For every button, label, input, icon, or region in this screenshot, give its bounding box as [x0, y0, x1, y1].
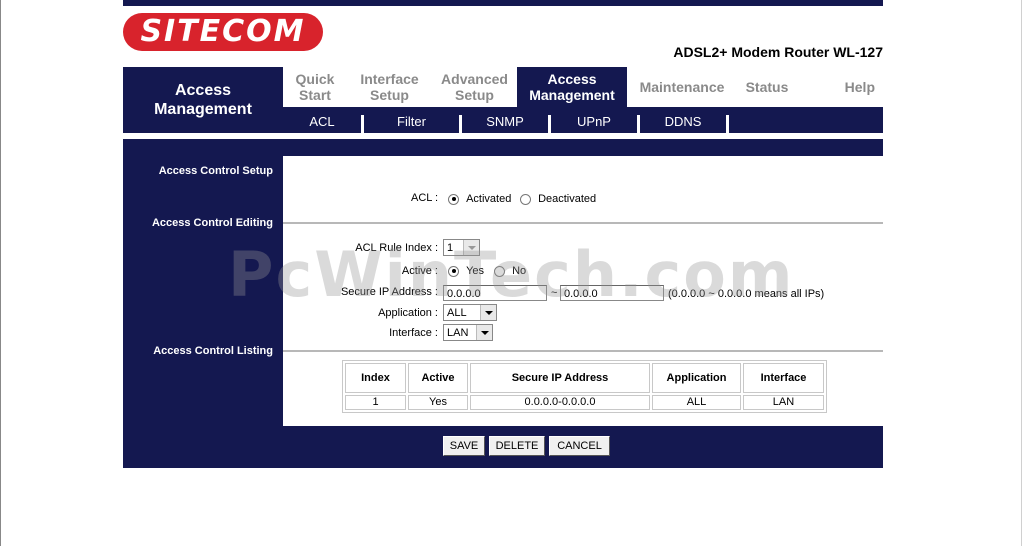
column-header-active: Active	[408, 363, 468, 393]
sidebar-label-listing: Access Control Listing	[153, 345, 273, 357]
subnav-separator	[726, 115, 729, 133]
application-value: ALL	[447, 307, 467, 319]
active-yes-option[interactable]: Yes	[448, 265, 484, 277]
acl-activated-option[interactable]: Activated	[448, 193, 511, 205]
main-tabs: Quick Start Interface Setup Advanced Set…	[283, 67, 883, 107]
secure-ip-start-input[interactable]: 0.0.0.0	[443, 285, 547, 301]
tab-advanced-setup[interactable]: Advanced Setup	[432, 67, 517, 107]
active-no-option[interactable]: No	[494, 265, 526, 277]
interface-value: LAN	[447, 327, 469, 339]
secure-ip-label: Secure IP Address :	[340, 286, 438, 298]
table-cell: Yes	[408, 395, 468, 410]
tab-interface-setup[interactable]: Interface Setup	[347, 67, 432, 107]
sitecom-logo: SITECOM	[123, 13, 323, 51]
sidebar: Access Control Setup Access Control Edit…	[123, 156, 283, 426]
application-select[interactable]: ALL	[443, 304, 497, 321]
tab-maintenance[interactable]: Maintenance	[627, 67, 737, 107]
rule-index-label: ACL Rule Index :	[355, 242, 438, 254]
secure-ip-end-input[interactable]: 0.0.0.0	[560, 285, 664, 301]
chevron-down-icon	[480, 305, 496, 320]
subnav-snmp[interactable]: SNMP	[462, 107, 548, 133]
ip-hint-text: (0.0.0.0 ~ 0.0.0.0 means all IPs)	[668, 288, 825, 300]
acl-deactivated-label: Deactivated	[538, 193, 597, 205]
tab-help[interactable]: Help	[797, 67, 883, 107]
ip-range-separator: ~	[551, 287, 558, 299]
section-divider	[283, 350, 883, 352]
chevron-down-icon	[463, 240, 479, 255]
active-no-label: No	[512, 265, 527, 277]
subnav-filter[interactable]: Filter	[364, 107, 459, 133]
subnav-acl[interactable]: ACL	[283, 107, 361, 133]
tab-quick-start[interactable]: Quick Start	[283, 67, 347, 107]
column-header-index: Index	[345, 363, 406, 393]
chevron-down-icon	[476, 325, 492, 340]
window-left-border	[0, 0, 1, 546]
top-bar	[123, 0, 883, 6]
header-band	[123, 139, 883, 156]
acl-activated-label: Activated	[466, 193, 512, 205]
column-header-interface: Interface	[743, 363, 824, 393]
tab-status[interactable]: Status	[737, 67, 797, 107]
cancel-button[interactable]: CANCEL	[549, 436, 610, 456]
table-cell: 1	[345, 395, 406, 410]
sidebar-label-editing: Access Control Editing	[151, 217, 273, 229]
active-yes-radio[interactable]	[448, 265, 459, 277]
table-header-row: Index Active Secure IP Address Applicati…	[345, 363, 824, 393]
table-cell: ALL	[652, 395, 741, 410]
table-row: 1 Yes 0.0.0.0-0.0.0.0 ALL LAN	[345, 395, 824, 410]
acl-deactivated-radio[interactable]	[520, 193, 531, 205]
delete-button[interactable]: DELETE	[489, 436, 545, 456]
sub-navigation: ACL Filter SNMP UPnP DDNS	[283, 107, 883, 133]
active-yes-label: Yes	[466, 265, 485, 277]
acl-label: ACL :	[411, 192, 439, 204]
acl-activated-radio[interactable]	[448, 193, 459, 205]
section-title-text: Access Management	[154, 82, 252, 118]
rule-index-select[interactable]: 1	[443, 239, 480, 256]
rule-index-value: 1	[447, 242, 454, 254]
sidebar-label-setup: Access Control Setup	[158, 165, 273, 177]
acl-listing-table: Index Active Secure IP Address Applicati…	[342, 360, 827, 413]
column-header-secure-ip: Secure IP Address	[470, 363, 650, 393]
subnav-ddns[interactable]: DDNS	[640, 107, 726, 133]
acl-deactivated-option[interactable]: Deactivated	[520, 193, 596, 205]
tab-access-management[interactable]: Access Management	[517, 67, 627, 107]
active-no-radio[interactable]	[494, 265, 505, 277]
application-label: Application :	[378, 307, 438, 319]
section-title: Access Management	[123, 67, 283, 133]
table-cell: 0.0.0.0-0.0.0.0	[470, 395, 650, 410]
interface-label: Interface :	[389, 327, 438, 339]
table-cell: LAN	[743, 395, 824, 410]
model-name: ADSL2+ Modem Router WL-127	[673, 44, 883, 60]
save-button[interactable]: SAVE	[443, 436, 485, 456]
column-header-application: Application	[652, 363, 741, 393]
subnav-upnp[interactable]: UPnP	[551, 107, 637, 133]
section-divider	[283, 222, 883, 224]
active-label: Active :	[401, 265, 438, 277]
interface-select[interactable]: LAN	[443, 324, 493, 341]
